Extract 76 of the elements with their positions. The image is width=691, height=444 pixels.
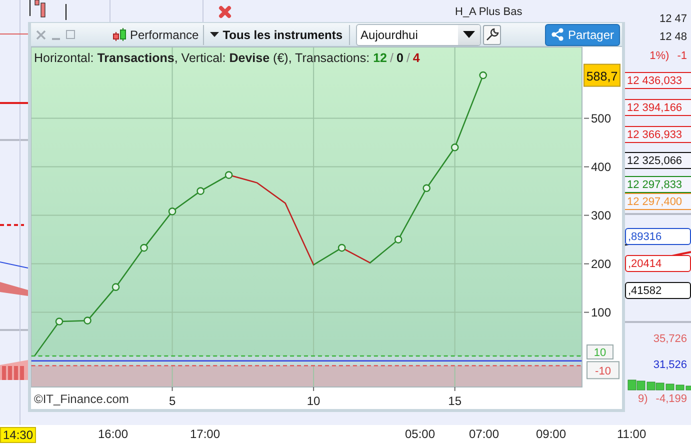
- y-tick-label: 200: [591, 256, 612, 271]
- x-tick-label: 15: [448, 394, 462, 408]
- time-label: 17:00: [189, 427, 222, 441]
- time-label: 14:30: [0, 427, 36, 443]
- candlestick-icon: [113, 28, 126, 42]
- y-tick-label: 400: [591, 160, 612, 174]
- volume-bars: [0, 360, 28, 380]
- price-label: -1: [677, 50, 687, 62]
- share-button[interactable]: Partager: [544, 24, 620, 46]
- time-label: 05:00: [404, 427, 436, 441]
- price-label: 12 297,400: [627, 196, 682, 208]
- price-label: 12 394,166: [627, 102, 682, 114]
- price-label: 31,526: [653, 358, 687, 370]
- price-label: -4,199: [656, 392, 687, 404]
- data-point: [140, 244, 148, 252]
- indicator-line: [0, 262, 28, 268]
- time-label: 07:00: [468, 427, 500, 441]
- data-point: [224, 171, 233, 179]
- instruments-dropdown[interactable]: Tous les instruments: [204, 24, 349, 46]
- time-label: 09:00: [535, 427, 568, 441]
- indicator-label: H_A Plus Bas: [455, 6, 522, 18]
- caret-icon: [210, 32, 219, 37]
- data-point: [84, 316, 92, 324]
- close-icon[interactable]: [36, 30, 46, 40]
- data-point: [168, 208, 176, 216]
- data-point: [394, 236, 402, 244]
- data-point: [55, 318, 64, 326]
- settings-button[interactable]: [482, 24, 501, 44]
- candlesticks: [30, 0, 66, 20]
- time-label: 11:00: [616, 427, 648, 441]
- data-point: [338, 244, 346, 252]
- data-point: [479, 71, 487, 80]
- price-label: ,41582: [628, 284, 662, 296]
- performance-button[interactable]: Performance: [109, 24, 203, 46]
- x-axis-tick: 10: [306, 386, 320, 408]
- maximize-icon[interactable]: [66, 30, 75, 39]
- y-axis-tick: 400: [584, 160, 612, 174]
- volume-bars: [628, 380, 691, 390]
- x-axis-tick: 15: [448, 386, 462, 408]
- price-label: 9): [638, 392, 648, 404]
- cross-icon: [219, 6, 231, 18]
- y-tick-label: 300: [591, 208, 612, 222]
- price-label: 12 436,033: [627, 74, 682, 86]
- threshold-label: 10: [586, 344, 614, 360]
- price-label: 12 325,066: [627, 154, 682, 166]
- copyright-text: ©IT_Finance.com: [34, 392, 129, 406]
- threshold-label: -10: [586, 361, 620, 380]
- price-label: 12 366,933: [627, 128, 682, 140]
- y-tick-label: 500: [591, 111, 612, 126]
- last-value-label: 588,7: [584, 64, 620, 87]
- price-label: 12 297,833: [627, 178, 682, 190]
- price-label: ,89316: [628, 230, 662, 242]
- data-point: [450, 144, 459, 152]
- period-dropdown[interactable]: Aujourdhui: [356, 24, 481, 46]
- x-tick-label: 5: [168, 394, 176, 408]
- indicator-area: [0, 282, 28, 296]
- y-tick-label: 100: [591, 305, 612, 320]
- time-label: 16:00: [97, 427, 130, 441]
- wrench-icon: [484, 28, 499, 42]
- x-axis-tick: 5: [168, 386, 176, 408]
- price-label: 12 47: [659, 12, 687, 24]
- data-point: [196, 187, 204, 195]
- data-point: [422, 184, 430, 192]
- y-axis-tick: 500: [584, 111, 612, 126]
- chart-legend: Horizontal: Transactions, Vertical: Devise (€), Transactions: 12 / 0 / 4: [34, 51, 420, 65]
- share-icon: [550, 28, 564, 41]
- price-label: 35,726: [653, 332, 687, 344]
- x-tick-label: 10: [306, 394, 321, 408]
- caret-icon: [462, 31, 475, 38]
- price-label: 1%): [650, 50, 670, 62]
- data-point: [112, 283, 120, 291]
- price-label: ,20414: [628, 258, 662, 270]
- price-label: 12 48: [659, 30, 687, 42]
- y-axis-tick: 200: [584, 256, 612, 271]
- y-axis-tick: 100: [584, 305, 612, 320]
- y-axis-tick: 300: [584, 208, 612, 222]
